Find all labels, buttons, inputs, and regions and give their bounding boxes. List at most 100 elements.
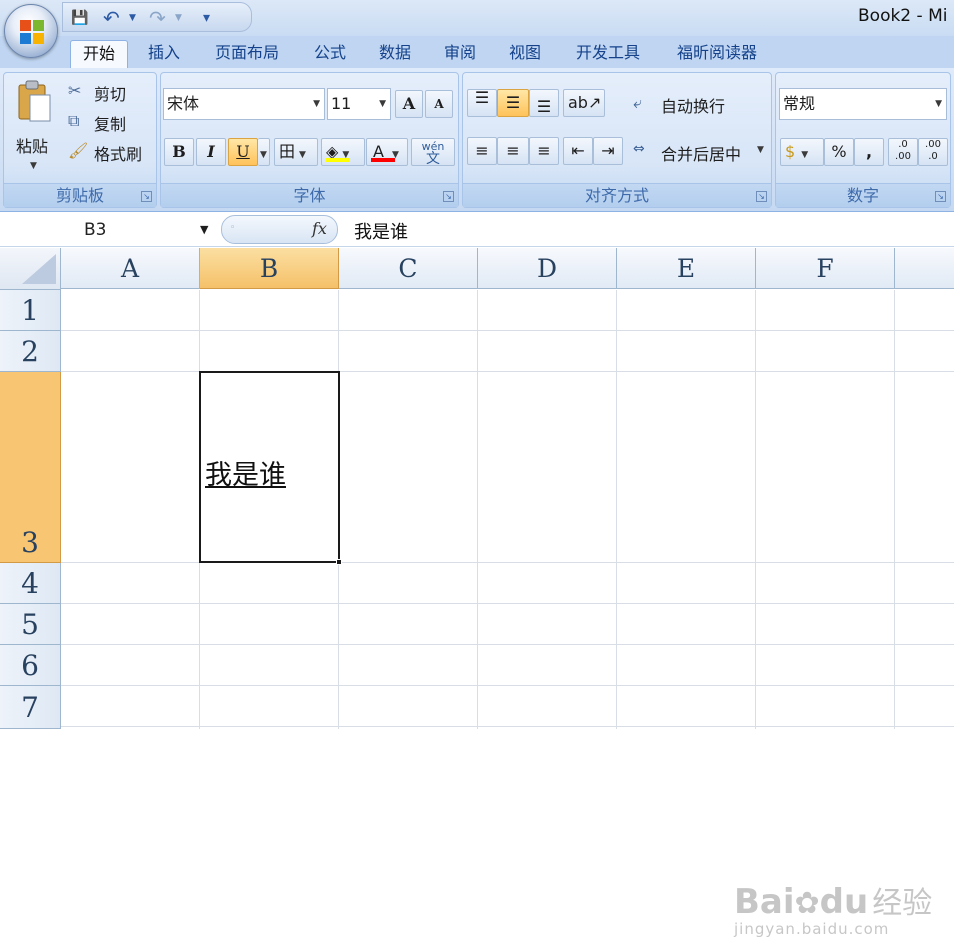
- number-launcher-icon[interactable]: ↘: [935, 191, 946, 202]
- column-header-b[interactable]: B: [200, 248, 339, 289]
- italic-button[interactable]: I: [196, 138, 226, 166]
- row-header-2[interactable]: 2: [0, 331, 61, 372]
- expand-handle-icon[interactable]: ◦: [230, 223, 235, 233]
- chevron-down-icon: ▼: [379, 99, 386, 109]
- accounting-format-button[interactable]: $ ▼: [780, 138, 824, 166]
- redo-icon[interactable]: ↷: [149, 7, 166, 29]
- align-top-button[interactable]: ☰: [467, 89, 497, 117]
- merge-center-button[interactable]: ⇔ 合并后居中 ▼: [633, 141, 769, 167]
- increase-indent-button[interactable]: ⇥: [593, 137, 623, 165]
- decrease-decimal-button[interactable]: .00 .0: [918, 138, 948, 166]
- align-left-button[interactable]: ≡: [467, 137, 497, 165]
- brush-icon: 🖌: [68, 141, 89, 160]
- comma-style-button[interactable]: ,: [854, 138, 884, 166]
- orientation-button[interactable]: ab↗: [563, 89, 605, 117]
- wrap-text-button[interactable]: ⤶ 自动换行: [633, 93, 769, 119]
- row-header-5[interactable]: 5: [0, 604, 61, 645]
- ribbon-tab-bar: 开始 插入 页面布局 公式 数据 审阅 视图 开发工具 福昕阅读器: [0, 36, 954, 68]
- increase-decimal-button[interactable]: .0 .00: [888, 138, 918, 166]
- office-logo-icon: [20, 20, 44, 44]
- tab-view[interactable]: 视图: [499, 40, 551, 68]
- paw-icon: ✿: [794, 886, 820, 921]
- percent-button[interactable]: %: [824, 138, 854, 166]
- tab-formulas[interactable]: 公式: [304, 40, 356, 68]
- paste-icon: [18, 80, 51, 122]
- align-middle-button[interactable]: ☰: [497, 89, 529, 117]
- save-icon[interactable]: 💾: [71, 7, 88, 29]
- phonetic-button[interactable]: wén 文: [411, 138, 455, 166]
- alignment-launcher-icon[interactable]: ↘: [756, 191, 767, 202]
- title-bar: 💾 ↶ ▼ ↷ ▼ ▾ Book2 - Mi: [0, 0, 954, 36]
- row-header-4[interactable]: 4: [0, 563, 61, 604]
- border-button[interactable]: 田 ▼: [274, 138, 318, 166]
- wrap-text-icon: ⤶: [633, 93, 642, 112]
- currency-icon: $: [785, 142, 796, 161]
- font-name-select[interactable]: 宋体 ▼: [163, 88, 325, 120]
- scissors-icon: ✂: [68, 81, 82, 100]
- formula-input[interactable]: 我是谁: [354, 218, 408, 244]
- font-color-button[interactable]: A ▼: [366, 138, 408, 166]
- clipboard-launcher-icon[interactable]: ↘: [141, 191, 152, 202]
- column-header-d[interactable]: D: [478, 248, 617, 289]
- grow-font-button[interactable]: A: [395, 90, 423, 118]
- align-center-button[interactable]: ≡: [497, 137, 529, 165]
- select-all-button[interactable]: [0, 248, 61, 290]
- gridline: [61, 330, 954, 331]
- paste-button[interactable]: 粘贴 ▼: [12, 79, 56, 179]
- insert-function-button[interactable]: fx: [312, 219, 327, 238]
- align-bottom-button[interactable]: ☰: [529, 89, 559, 117]
- tab-home[interactable]: 开始: [70, 40, 128, 68]
- underline-dropdown[interactable]: ▼: [258, 138, 270, 166]
- shrink-font-button[interactable]: A: [425, 90, 453, 118]
- worksheet-grid[interactable]: A B C D E F 1 2 3 4 5 6 7 我是谁 Bai✿du 经验 j…: [0, 248, 954, 938]
- align-right-button[interactable]: ≡: [529, 137, 559, 165]
- tab-data[interactable]: 数据: [369, 40, 421, 68]
- cell-b3[interactable]: 我是谁: [205, 453, 286, 492]
- tab-review[interactable]: 审阅: [434, 40, 486, 68]
- copy-button[interactable]: ⧉ 复制: [68, 111, 154, 135]
- format-painter-button[interactable]: 🖌 格式刷: [68, 141, 154, 165]
- row-header-3[interactable]: 3: [0, 372, 61, 563]
- column-header-e[interactable]: E: [617, 248, 756, 289]
- chevron-down-icon: ▼: [313, 99, 320, 109]
- number-format-select[interactable]: 常规 ▼: [779, 88, 947, 120]
- tab-foxit-reader[interactable]: 福昕阅读器: [664, 40, 770, 68]
- text-orientation-icon: ab↗: [568, 93, 602, 112]
- column-header-g[interactable]: [895, 248, 954, 289]
- fill-color-button[interactable]: ◈ ▼: [321, 138, 365, 166]
- column-header-a[interactable]: A: [61, 248, 200, 289]
- office-button[interactable]: [4, 4, 58, 58]
- watermark-brand: Bai: [734, 882, 795, 922]
- ribbon: 粘贴 ▼ ✂ 剪切 ⧉ 复制 🖌 格式刷 剪贴板 ↘ 宋体 ▼ 11 ▼ A A…: [0, 68, 954, 212]
- customize-qat-icon[interactable]: ▾: [203, 7, 210, 29]
- undo-dropdown-icon[interactable]: ▼: [129, 7, 136, 29]
- font-size-value: 11: [331, 94, 352, 113]
- tab-page-layout[interactable]: 页面布局: [204, 40, 290, 68]
- chevron-down-icon: ▼: [260, 150, 267, 160]
- alignment-group: ☰ ☰ ☰ ab↗ ⤶ 自动换行 ≡ ≡ ≡ ⇤ ⇥ ⇔ 合并后居中 ▼ 对齐方…: [462, 72, 772, 208]
- font-size-select[interactable]: 11 ▼: [327, 88, 391, 120]
- row-header-6[interactable]: 6: [0, 645, 61, 686]
- column-header-c[interactable]: C: [339, 248, 478, 289]
- redo-dropdown-icon[interactable]: ▼: [175, 7, 182, 29]
- font-name-value: 宋体: [167, 94, 200, 113]
- bold-button[interactable]: B: [164, 138, 194, 166]
- decrease-indent-button[interactable]: ⇤: [563, 137, 593, 165]
- name-box-dropdown-icon[interactable]: ▼: [200, 223, 208, 236]
- tab-insert[interactable]: 插入: [138, 40, 190, 68]
- chevron-down-icon: ▼: [801, 150, 809, 160]
- font-launcher-icon[interactable]: ↘: [443, 191, 454, 202]
- row-header-1[interactable]: 1: [0, 290, 61, 331]
- column-header-f[interactable]: F: [756, 248, 895, 289]
- undo-icon[interactable]: ↶: [103, 7, 120, 29]
- cut-button[interactable]: ✂ 剪切: [68, 81, 154, 105]
- number-format-value: 常规: [783, 94, 816, 113]
- select-all-triangle-icon: [22, 254, 56, 284]
- copy-icon: ⧉: [68, 111, 80, 130]
- name-box[interactable]: B3: [0, 217, 220, 243]
- row-header-7[interactable]: 7: [0, 686, 61, 729]
- underline-button[interactable]: U: [228, 138, 258, 166]
- gridline: [477, 290, 478, 729]
- fill-handle[interactable]: [336, 559, 342, 565]
- tab-developer[interactable]: 开发工具: [563, 40, 653, 68]
